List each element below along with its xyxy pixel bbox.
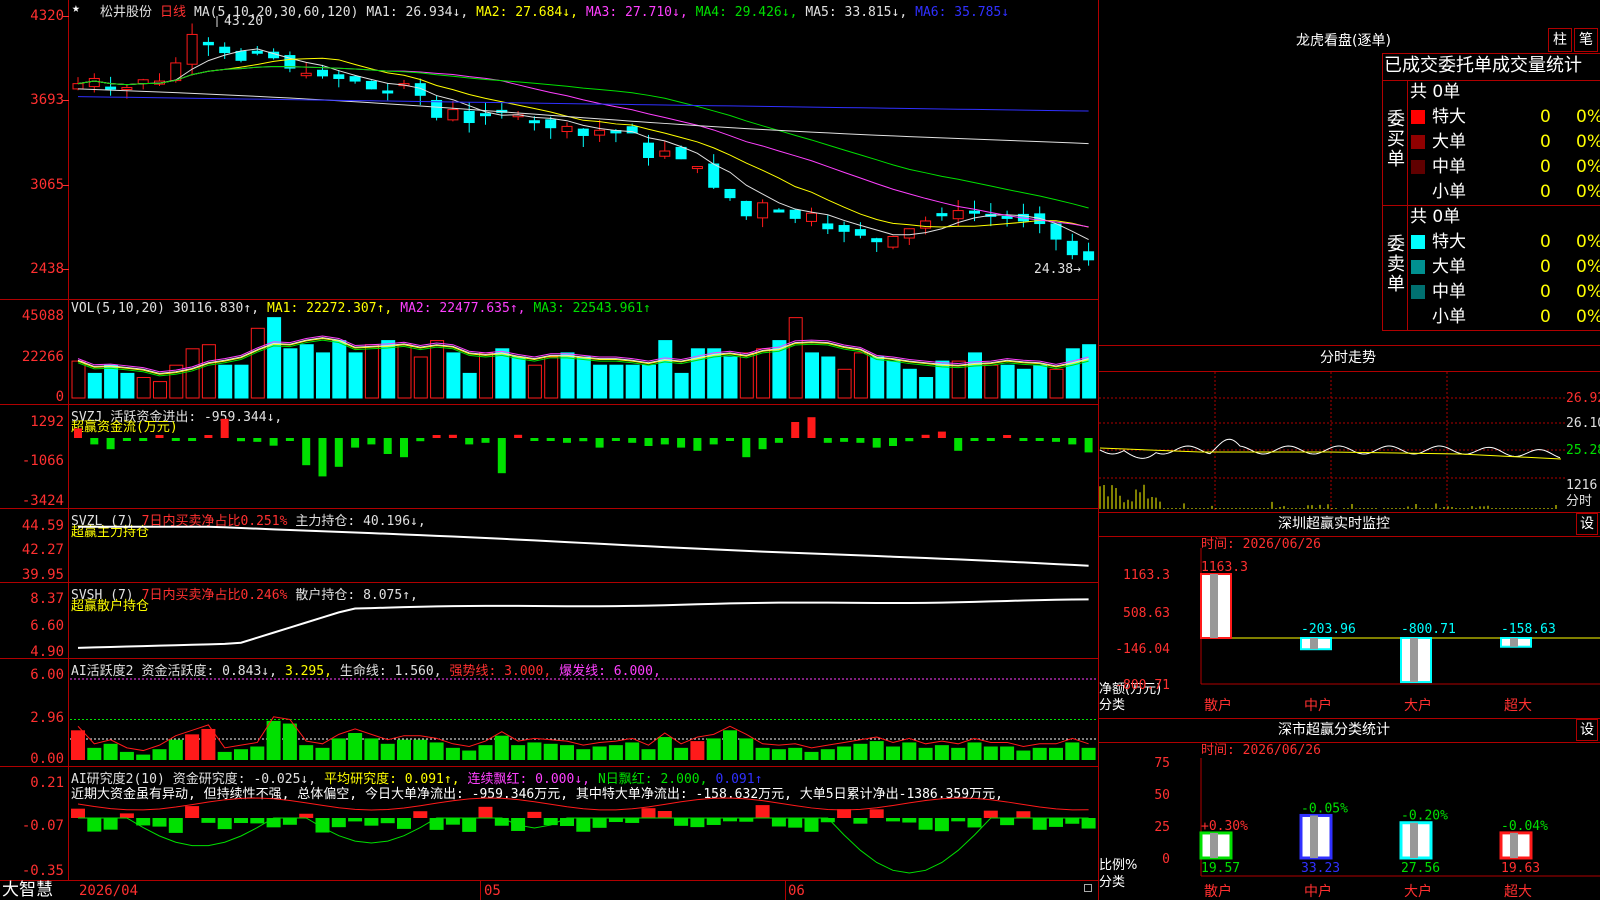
y-label: 75: [1154, 756, 1170, 771]
category-label: 散户: [1204, 883, 1232, 900]
change-label: -0.20%: [1401, 809, 1448, 824]
value-label: 19.63: [1501, 861, 1540, 876]
ratio-bar-shade: [1410, 822, 1418, 858]
value-label: 27.56: [1401, 861, 1440, 876]
value-label: 33.23: [1301, 861, 1340, 876]
ratio-bar-shade: [1310, 815, 1318, 858]
change-label: -0.05%: [1301, 801, 1348, 816]
stock-terminal: ★ 松井股份 日线 MA(5,10,20,30,60,120) MA1: 26.934…: [0, 0, 1600, 900]
category-label: 大户: [1404, 883, 1432, 900]
change-label: -0.04%: [1501, 819, 1548, 834]
value-label: 19.57: [1201, 861, 1240, 876]
y-label: 50: [1154, 788, 1170, 803]
category-label: 超大: [1504, 884, 1532, 900]
classify-chart[interactable]: 75 50 25 0 +0.30% 19.57 散户 -0.05% 33.23 中户 -0.20% 2…: [0, 0, 1600, 900]
y-label: 25: [1154, 820, 1170, 835]
ratio-bar-shade: [1210, 832, 1218, 858]
ratio-bar-shade: [1510, 832, 1518, 858]
y-label: 0: [1162, 852, 1170, 867]
change-label: +0.30%: [1201, 819, 1248, 834]
category-label: 中户: [1304, 883, 1332, 900]
